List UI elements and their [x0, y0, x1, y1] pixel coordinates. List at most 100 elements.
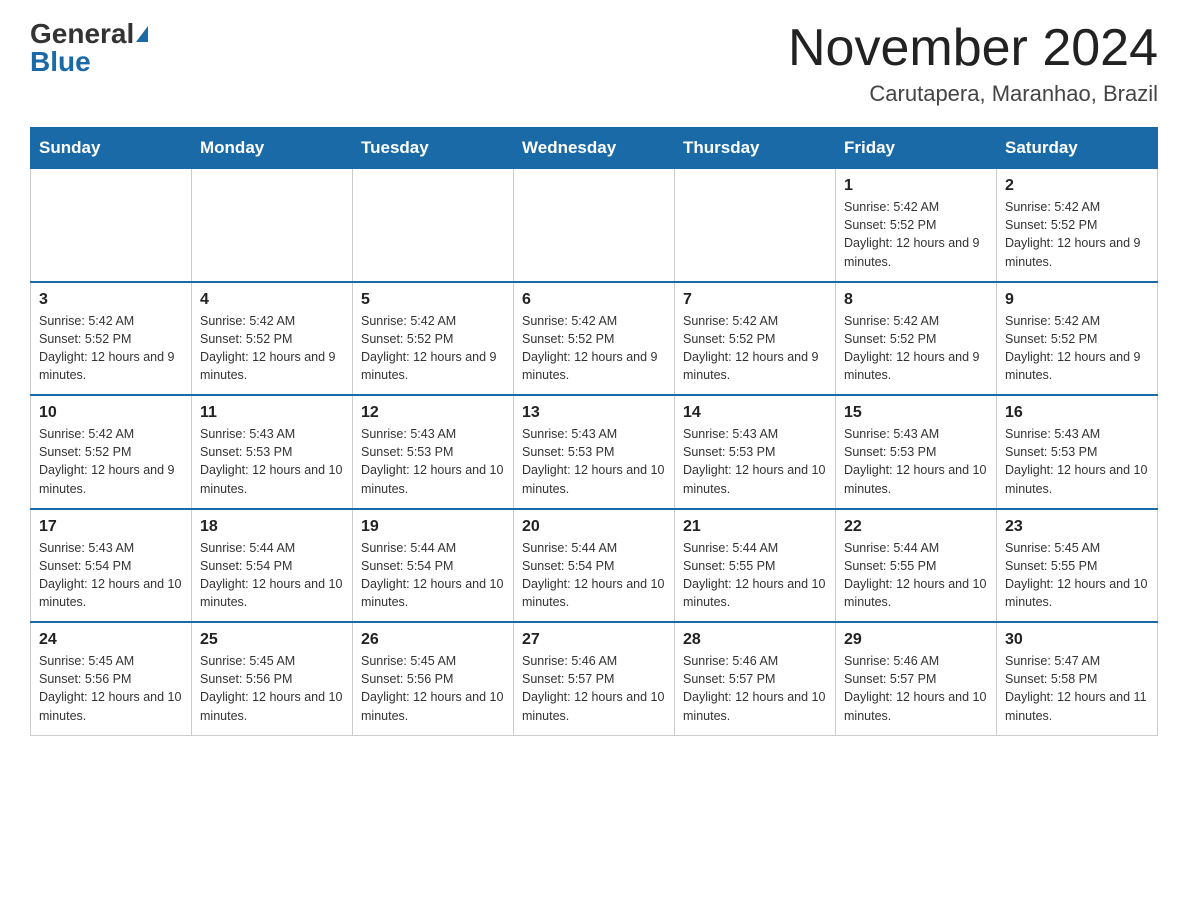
day-info: Sunrise: 5:43 AM Sunset: 5:53 PM Dayligh…: [200, 425, 344, 498]
header-monday: Monday: [192, 128, 353, 169]
calendar-week-row: 1Sunrise: 5:42 AM Sunset: 5:52 PM Daylig…: [31, 169, 1158, 282]
day-info: Sunrise: 5:42 AM Sunset: 5:52 PM Dayligh…: [844, 312, 988, 385]
calendar-cell: 14Sunrise: 5:43 AM Sunset: 5:53 PM Dayli…: [675, 395, 836, 509]
day-info: Sunrise: 5:43 AM Sunset: 5:53 PM Dayligh…: [844, 425, 988, 498]
day-info: Sunrise: 5:42 AM Sunset: 5:52 PM Dayligh…: [1005, 312, 1149, 385]
day-info: Sunrise: 5:43 AM Sunset: 5:53 PM Dayligh…: [1005, 425, 1149, 498]
calendar-cell: 25 Sunrise: 5:45 AM Sunset: 5:56 PM Dayli…: [192, 622, 353, 735]
calendar-week-row: 10 Sunrise: 5:42 AM Sunset: 5:52 PM Dayli…: [31, 395, 1158, 509]
location-text: Carutapera, Maranhao, Brazil: [788, 81, 1158, 107]
day-number: 8: [844, 291, 988, 309]
day-info: Sunrise: 5:42 AM Sunset: 5:52 PM Dayligh…: [39, 312, 183, 385]
day-info: Sunrise: 5:42 AM Sunset: 5:52 PM Dayligh…: [361, 312, 505, 385]
calendar-cell: 29 Sunrise: 5:46 AM Sunset: 5:57 PM Dayli…: [836, 622, 997, 735]
day-info: Sunrise: 5:42 AM Sunset: 5:52 PM Dayligh…: [683, 312, 827, 385]
day-info: Sunrise: 5:42 AM Sunset: 5:52 PM Dayligh…: [844, 198, 988, 271]
day-number: 3: [39, 291, 183, 309]
day-info: Sunrise: 5:44 AM Sunset: 5:55 PM Dayligh…: [844, 539, 988, 612]
day-number: 30: [1005, 631, 1149, 649]
calendar-cell: [514, 169, 675, 282]
day-info: Sunrise: 5:44 AM Sunset: 5:55 PM Dayligh…: [683, 539, 827, 612]
day-number: 29: [844, 631, 988, 649]
day-number: 25: [200, 631, 344, 649]
calendar-cell: 10 Sunrise: 5:42 AM Sunset: 5:52 PM Dayli…: [31, 395, 192, 509]
calendar-cell: [675, 169, 836, 282]
calendar-cell: 1Sunrise: 5:42 AM Sunset: 5:52 PM Daylig…: [836, 169, 997, 282]
calendar-cell: 21 Sunrise: 5:44 AM Sunset: 5:55 PM Dayli…: [675, 509, 836, 623]
day-number: 10: [39, 404, 183, 422]
day-number: 26: [361, 631, 505, 649]
calendar-cell: 4 Sunrise: 5:42 AM Sunset: 5:52 PM Daylig…: [192, 282, 353, 396]
calendar-cell: 6 Sunrise: 5:42 AM Sunset: 5:52 PM Daylig…: [514, 282, 675, 396]
logo-blue-text: Blue: [30, 48, 91, 76]
day-number: 27: [522, 631, 666, 649]
calendar-cell: 26Sunrise: 5:45 AM Sunset: 5:56 PM Dayli…: [353, 622, 514, 735]
day-number: 20: [522, 518, 666, 536]
logo-general-text: General: [30, 20, 134, 48]
calendar-cell: [353, 169, 514, 282]
page-header: General Blue November 2024 Carutapera, M…: [30, 20, 1158, 107]
calendar-cell: 2 Sunrise: 5:42 AM Sunset: 5:52 PM Daylig…: [997, 169, 1158, 282]
day-info: Sunrise: 5:43 AM Sunset: 5:53 PM Dayligh…: [683, 425, 827, 498]
day-number: 28: [683, 631, 827, 649]
calendar-week-row: 17 Sunrise: 5:43 AM Sunset: 5:54 PM Dayli…: [31, 509, 1158, 623]
calendar-cell: 9 Sunrise: 5:42 AM Sunset: 5:52 PM Daylig…: [997, 282, 1158, 396]
header-thursday: Thursday: [675, 128, 836, 169]
header-friday: Friday: [836, 128, 997, 169]
calendar-cell: 8 Sunrise: 5:42 AM Sunset: 5:52 PM Daylig…: [836, 282, 997, 396]
calendar-cell: 16 Sunrise: 5:43 AM Sunset: 5:53 PM Dayli…: [997, 395, 1158, 509]
logo: General Blue: [30, 20, 148, 76]
day-info: Sunrise: 5:45 AM Sunset: 5:56 PM Dayligh…: [39, 652, 183, 725]
calendar-week-row: 24Sunrise: 5:45 AM Sunset: 5:56 PM Dayli…: [31, 622, 1158, 735]
day-number: 13: [522, 404, 666, 422]
day-info: Sunrise: 5:42 AM Sunset: 5:52 PM Dayligh…: [39, 425, 183, 498]
day-info: Sunrise: 5:44 AM Sunset: 5:54 PM Dayligh…: [200, 539, 344, 612]
day-info: Sunrise: 5:44 AM Sunset: 5:54 PM Dayligh…: [522, 539, 666, 612]
header-sunday: Sunday: [31, 128, 192, 169]
calendar-cell: 30 Sunrise: 5:47 AM Sunset: 5:58 PM Dayli…: [997, 622, 1158, 735]
day-number: 21: [683, 518, 827, 536]
calendar-cell: 5Sunrise: 5:42 AM Sunset: 5:52 PM Daylig…: [353, 282, 514, 396]
calendar-cell: 3 Sunrise: 5:42 AM Sunset: 5:52 PM Daylig…: [31, 282, 192, 396]
month-title: November 2024: [788, 20, 1158, 77]
logo-arrow-icon: [136, 26, 148, 42]
day-number: 2: [1005, 177, 1149, 195]
day-info: Sunrise: 5:46 AM Sunset: 5:57 PM Dayligh…: [844, 652, 988, 725]
header-wednesday: Wednesday: [514, 128, 675, 169]
calendar-cell: 13 Sunrise: 5:43 AM Sunset: 5:53 PM Dayli…: [514, 395, 675, 509]
calendar-cell: 27 Sunrise: 5:46 AM Sunset: 5:57 PM Dayli…: [514, 622, 675, 735]
calendar-cell: 20 Sunrise: 5:44 AM Sunset: 5:54 PM Dayli…: [514, 509, 675, 623]
title-area: November 2024 Carutapera, Maranhao, Braz…: [788, 20, 1158, 107]
day-info: Sunrise: 5:46 AM Sunset: 5:57 PM Dayligh…: [683, 652, 827, 725]
day-info: Sunrise: 5:47 AM Sunset: 5:58 PM Dayligh…: [1005, 652, 1149, 725]
calendar-week-row: 3 Sunrise: 5:42 AM Sunset: 5:52 PM Daylig…: [31, 282, 1158, 396]
day-number: 6: [522, 291, 666, 309]
day-info: Sunrise: 5:42 AM Sunset: 5:52 PM Dayligh…: [1005, 198, 1149, 271]
day-number: 22: [844, 518, 988, 536]
day-number: 4: [200, 291, 344, 309]
day-number: 15: [844, 404, 988, 422]
calendar-cell: 7Sunrise: 5:42 AM Sunset: 5:52 PM Daylig…: [675, 282, 836, 396]
day-info: Sunrise: 5:42 AM Sunset: 5:52 PM Dayligh…: [522, 312, 666, 385]
calendar-cell: 12Sunrise: 5:43 AM Sunset: 5:53 PM Dayli…: [353, 395, 514, 509]
day-info: Sunrise: 5:45 AM Sunset: 5:55 PM Dayligh…: [1005, 539, 1149, 612]
day-number: 17: [39, 518, 183, 536]
day-number: 18: [200, 518, 344, 536]
calendar-cell: 18 Sunrise: 5:44 AM Sunset: 5:54 PM Dayli…: [192, 509, 353, 623]
header-tuesday: Tuesday: [353, 128, 514, 169]
header-saturday: Saturday: [997, 128, 1158, 169]
day-info: Sunrise: 5:43 AM Sunset: 5:53 PM Dayligh…: [522, 425, 666, 498]
calendar-cell: 28 Sunrise: 5:46 AM Sunset: 5:57 PM Dayli…: [675, 622, 836, 735]
calendar-cell: 11 Sunrise: 5:43 AM Sunset: 5:53 PM Dayli…: [192, 395, 353, 509]
day-number: 16: [1005, 404, 1149, 422]
day-info: Sunrise: 5:45 AM Sunset: 5:56 PM Dayligh…: [200, 652, 344, 725]
day-number: 11: [200, 404, 344, 422]
day-info: Sunrise: 5:42 AM Sunset: 5:52 PM Dayligh…: [200, 312, 344, 385]
day-number: 9: [1005, 291, 1149, 309]
day-info: Sunrise: 5:43 AM Sunset: 5:54 PM Dayligh…: [39, 539, 183, 612]
day-number: 19: [361, 518, 505, 536]
calendar-cell: 15 Sunrise: 5:43 AM Sunset: 5:53 PM Dayli…: [836, 395, 997, 509]
day-info: Sunrise: 5:46 AM Sunset: 5:57 PM Dayligh…: [522, 652, 666, 725]
calendar-cell: 19Sunrise: 5:44 AM Sunset: 5:54 PM Dayli…: [353, 509, 514, 623]
day-number: 23: [1005, 518, 1149, 536]
